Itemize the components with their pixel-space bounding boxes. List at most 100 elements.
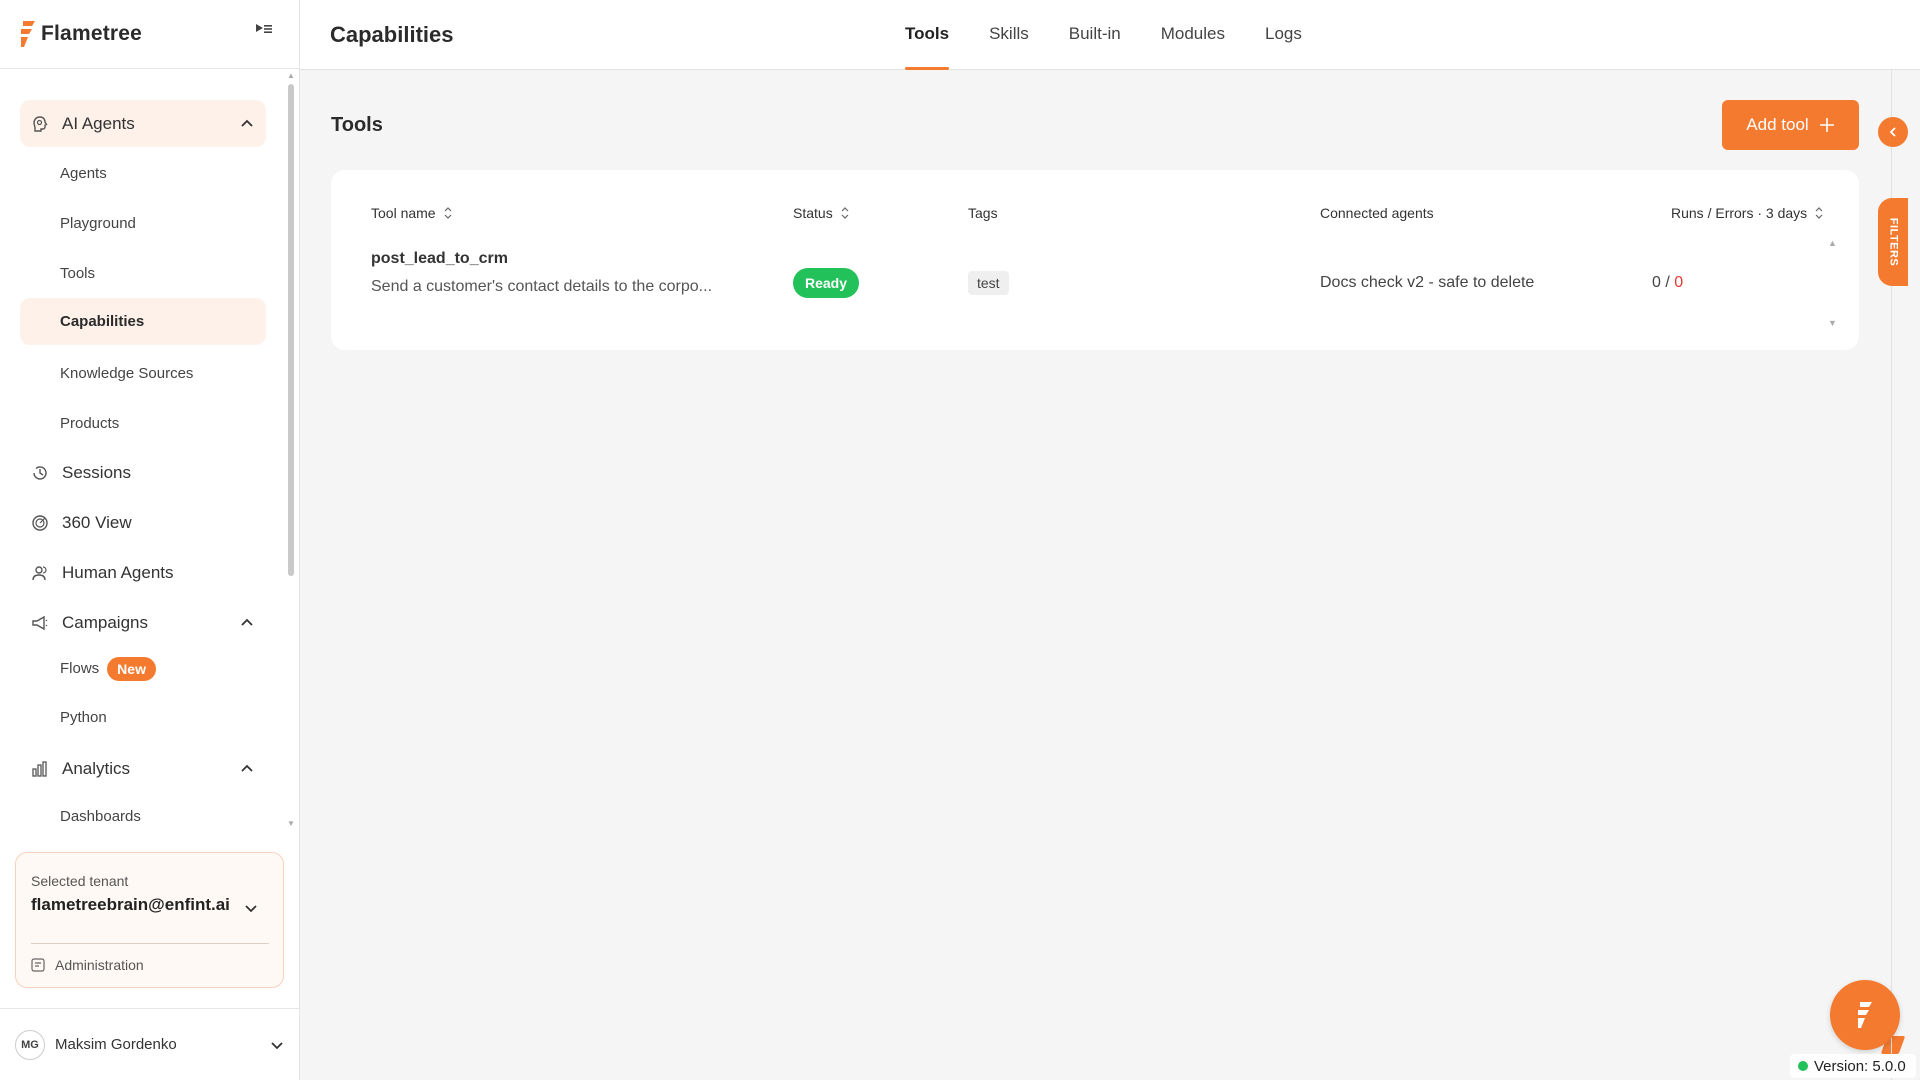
sort-icon[interactable]: [444, 207, 452, 219]
users-icon: [30, 563, 50, 583]
version-indicator: Version: 5.0.0: [1790, 1054, 1916, 1078]
column-header-runs-errors[interactable]: Runs / Errors · 3 days: [1671, 205, 1823, 221]
bar-chart-icon: [30, 759, 50, 779]
sidebar-item-label: Human Agents: [62, 562, 174, 582]
scroll-down-arrow-icon[interactable]: ▼: [287, 820, 295, 828]
sidebar: Flametree AI Agents Agents Playground To…: [0, 0, 300, 1080]
sidebar-item-label: Tools: [60, 265, 96, 282]
chevron-down-icon[interactable]: [270, 1038, 284, 1052]
tab-skills[interactable]: Skills: [989, 0, 1029, 70]
sidebar-item-label: Playground: [60, 215, 136, 232]
user-menu[interactable]: MG Maksim Gordenko: [0, 1008, 300, 1080]
sidebar-item-label: Knowledge Sources: [60, 365, 194, 382]
administration-label: Administration: [55, 957, 144, 973]
sidebar-item-label: Campaigns: [62, 612, 148, 632]
sidebar-item-label: Products: [60, 415, 120, 432]
sidebar-item-campaigns[interactable]: Campaigns: [20, 599, 266, 646]
column-header-tags: Tags: [968, 205, 998, 221]
sort-icon[interactable]: [841, 207, 849, 219]
column-header-label: Runs / Errors · 3 days: [1671, 205, 1808, 221]
tool-description: Send a customer's contact details to the…: [371, 278, 713, 295]
sidebar-item-tools[interactable]: Tools: [20, 250, 266, 297]
sidebar-item-ai-agents[interactable]: AI Agents: [20, 100, 266, 147]
administration-link[interactable]: Administration: [31, 957, 144, 973]
tab-built-in[interactable]: Built-in: [1069, 0, 1121, 70]
column-header-tool-name[interactable]: Tool name: [371, 205, 452, 221]
sidebar-nav: AI Agents Agents Playground Tools Capabi…: [0, 70, 288, 830]
sidebar-scrollbar[interactable]: ▲ ▼: [287, 72, 295, 828]
table-scroll-down-icon[interactable]: ▼: [1828, 318, 1837, 328]
sidebar-item-dashboards[interactable]: Dashboards: [20, 793, 266, 830]
pin-sidebar-icon[interactable]: [255, 22, 273, 36]
sidebar-item-label: Agents: [60, 165, 107, 182]
runs-errors: 0 / 0: [1652, 274, 1684, 291]
errors-count: 0: [1674, 274, 1684, 291]
sidebar-item-human-agents[interactable]: Human Agents: [20, 549, 266, 596]
scrollbar-thumb[interactable]: [288, 84, 294, 576]
user-name: Maksim Gordenko: [55, 1036, 177, 1053]
column-header-status[interactable]: Status: [793, 205, 849, 221]
sidebar-item-label: Capabilities: [60, 313, 145, 330]
sidebar-item-label: Flows: [60, 660, 100, 677]
tenant-selector: Selected tenant flametreebrain@enfint.ai…: [15, 852, 284, 988]
tools-table: Tool name Status Tags Connected agents R…: [331, 170, 1859, 350]
tenant-label: Selected tenant: [31, 873, 129, 889]
chevron-up-icon[interactable]: [240, 615, 254, 629]
chevron-left-icon: [1889, 127, 1896, 137]
megaphone-icon: [30, 613, 50, 633]
column-header-label: Status: [793, 205, 833, 221]
filters-tab[interactable]: FILTERS: [1878, 198, 1908, 286]
sidebar-item-playground[interactable]: Playground: [20, 200, 266, 247]
avatar: MG: [15, 1029, 45, 1060]
runs-count: 0: [1652, 274, 1661, 291]
sort-icon[interactable]: [1815, 207, 1823, 219]
sidebar-item-flows[interactable]: Flows New: [20, 645, 266, 692]
tag-chip: test: [968, 271, 1009, 295]
plus-icon: [1819, 118, 1834, 132]
sidebar-item-products[interactable]: Products: [20, 400, 266, 447]
sidebar-item-analytics[interactable]: Analytics: [20, 745, 266, 792]
tab-bar: Tools Skills Built-in Modules Logs: [905, 0, 1342, 70]
column-header-label: Tags: [968, 205, 998, 221]
connected-agent[interactable]: Docs check v2 - safe to delete: [1320, 274, 1534, 292]
top-bar: Capabilities Tools Skills Built-in Modul…: [300, 0, 1920, 70]
column-header-label: Tool name: [371, 205, 436, 221]
add-tool-button[interactable]: Add tool: [1722, 100, 1859, 150]
flametree-logo-icon: [21, 21, 35, 47]
tool-name[interactable]: post_lead_to_crm: [371, 250, 508, 268]
sidebar-item-capabilities[interactable]: Capabilities: [20, 298, 266, 345]
sidebar-item-label: Python: [60, 709, 107, 726]
chevron-down-icon[interactable]: [244, 901, 258, 915]
brain-icon: [30, 114, 50, 134]
brand-name: Flametree: [41, 22, 143, 45]
clock-history-icon: [30, 463, 50, 483]
version-label: Version: 5.0.0: [1814, 1057, 1906, 1075]
assistant-chat-button[interactable]: [1830, 980, 1900, 1050]
tab-modules[interactable]: Modules: [1161, 0, 1225, 70]
sidebar-item-agents[interactable]: Agents: [20, 150, 266, 197]
table-scroll-up-icon[interactable]: ▲: [1828, 238, 1837, 248]
sidebar-item-sessions[interactable]: Sessions: [20, 449, 266, 496]
divider: [31, 943, 269, 944]
chevron-up-icon[interactable]: [240, 116, 254, 130]
sidebar-item-360-view[interactable]: 360 View: [20, 499, 266, 546]
column-header-label: Connected agents: [1320, 205, 1434, 221]
scroll-up-arrow-icon[interactable]: ▲: [287, 72, 295, 80]
sidebar-item-knowledge-sources[interactable]: Knowledge Sources: [20, 350, 266, 397]
tenant-dropdown[interactable]: flametreebrain@enfint.ai: [31, 895, 230, 915]
filters-label: FILTERS: [1887, 217, 1900, 267]
add-tool-label: Add tool: [1746, 115, 1809, 134]
tab-logs[interactable]: Logs: [1265, 0, 1302, 70]
sidebar-item-label: Sessions: [62, 462, 131, 482]
chevron-up-icon[interactable]: [240, 761, 254, 775]
flametree-logo-icon: [1858, 1002, 1872, 1028]
sidebar-item-label: 360 View: [62, 512, 132, 532]
tab-tools[interactable]: Tools: [905, 0, 950, 70]
admin-icon: [31, 958, 45, 972]
status-badge: Ready: [793, 268, 860, 298]
radar-icon: [30, 513, 50, 533]
sidebar-item-label: Analytics: [62, 758, 131, 778]
column-header-connected-agents: Connected agents: [1320, 205, 1434, 221]
sidebar-item-python[interactable]: Python: [20, 694, 266, 741]
collapse-panel-button[interactable]: [1878, 117, 1908, 147]
